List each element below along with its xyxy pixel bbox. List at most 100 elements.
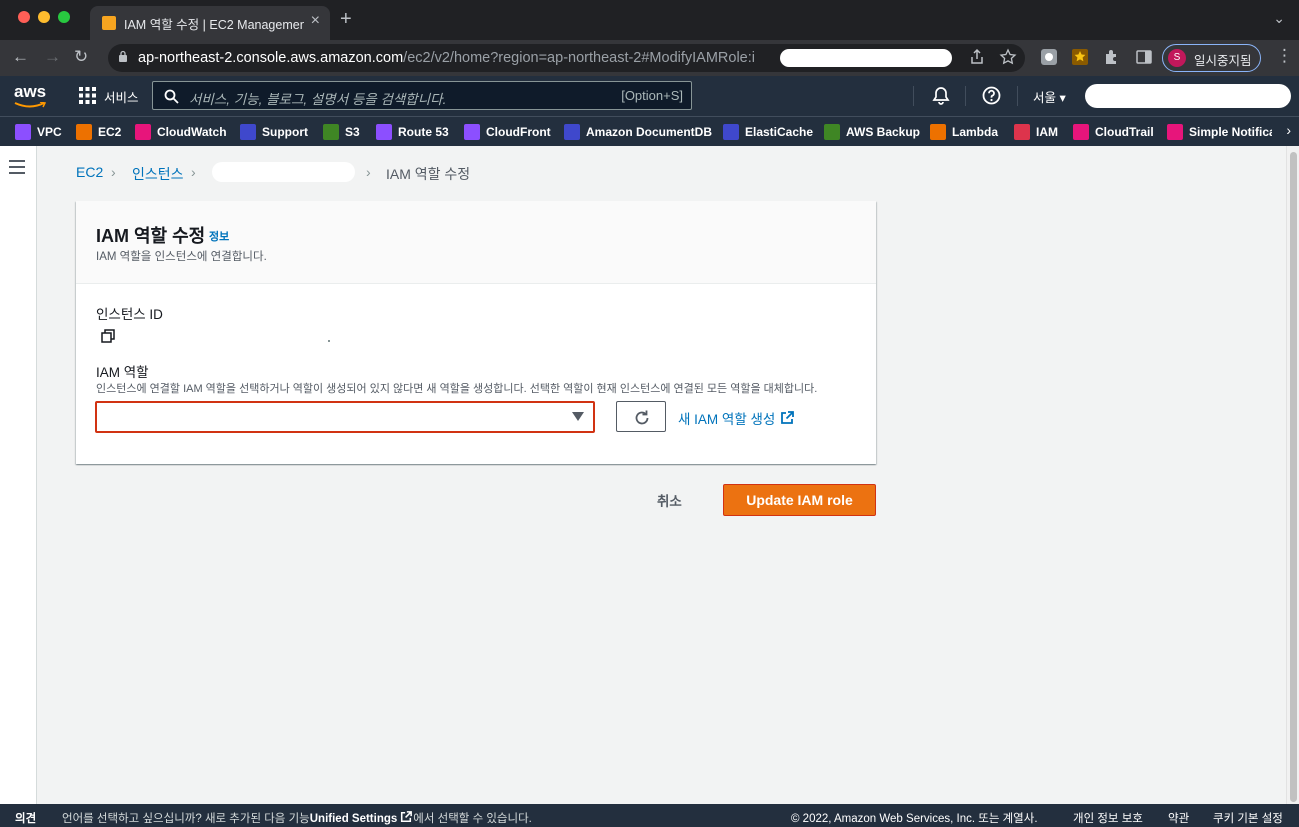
favorite-item[interactable]: CloudFront <box>464 123 551 141</box>
favorite-item[interactable]: CloudTrail <box>1073 123 1154 141</box>
browser-menu-icon[interactable]: ⋮ <box>1276 46 1293 66</box>
menu-icon[interactable] <box>9 160 25 174</box>
update-iam-role-button[interactable]: Update IAM role <box>723 484 876 516</box>
side-panel-icon[interactable] <box>1135 48 1153 66</box>
feedback-link[interactable]: 의견 <box>15 810 36 826</box>
search-shortcut: [Option+S] <box>621 88 683 103</box>
favorite-item[interactable]: AWS Backup <box>824 123 920 141</box>
cancel-button[interactable]: 취소 <box>657 490 682 510</box>
service-icon <box>824 124 840 140</box>
unified-settings-link[interactable]: Unified Settings <box>310 813 398 825</box>
favorite-item[interactable]: Lambda <box>930 123 998 141</box>
external-link-icon <box>781 411 795 424</box>
scrollbar[interactable] <box>1286 146 1299 804</box>
modify-iam-role-panel: IAM 역할 수정 정보 IAM 역할을 인스턴스에 연결합니다. 인스턴스 I… <box>76 201 876 464</box>
maximize-window-button[interactable] <box>58 11 70 23</box>
external-link-icon <box>401 811 413 823</box>
favorite-item[interactable]: VPC <box>15 123 62 141</box>
bookmark-star-icon[interactable] <box>999 48 1017 66</box>
caret-down-icon: ▾ <box>1059 91 1066 105</box>
back-icon[interactable]: ← <box>12 47 29 67</box>
service-icon <box>930 124 946 140</box>
service-icon <box>464 124 480 140</box>
minimize-window-button[interactable] <box>38 11 50 23</box>
create-new-iam-role-link[interactable]: 새 IAM 역할 생성 <box>678 408 795 428</box>
url-text: ap-northeast-2.console.aws.amazon.com/ec… <box>138 50 755 66</box>
browser-toolbar: ← → ↻ ap-northeast-2.console.aws.amazon.… <box>0 40 1299 76</box>
divider <box>913 86 914 106</box>
redacted-instance-id[interactable] <box>212 162 355 182</box>
aws-logo[interactable]: aws <box>14 82 46 102</box>
info-link[interactable]: 정보 <box>209 228 229 244</box>
favorite-item[interactable]: IAM <box>1014 123 1058 141</box>
new-tab-icon[interactable]: + <box>340 8 352 31</box>
refresh-roles-button[interactable] <box>616 401 666 432</box>
service-icon <box>240 124 256 140</box>
scrollbar-thumb[interactable] <box>1290 152 1297 802</box>
service-icon <box>723 124 739 140</box>
favorite-item[interactable]: Route 53 <box>376 123 449 141</box>
service-icon <box>323 124 339 140</box>
favorite-item[interactable]: EC2 <box>76 123 121 141</box>
favorite-item[interactable]: S3 <box>323 123 360 141</box>
copy-icon[interactable] <box>100 328 116 344</box>
address-bar[interactable]: ap-northeast-2.console.aws.amazon.com/ec… <box>108 44 1025 72</box>
service-icon <box>376 124 392 140</box>
help-icon[interactable] <box>982 86 1001 105</box>
notification-bell-icon[interactable] <box>932 86 950 106</box>
iam-role-description: 인스턴스에 연결할 IAM 역할을 선택하거나 역할이 생성되어 있지 않다면 … <box>96 383 818 395</box>
copyright: © 2022, Amazon Web Services, Inc. 또는 계열사… <box>791 813 1038 825</box>
page-title: IAM 역할 수정 <box>96 226 206 246</box>
profile-status: 일시중지됨 <box>1194 54 1252 68</box>
chevron-right-icon: › <box>111 164 116 180</box>
chevron-right-icon[interactable]: › <box>1286 122 1291 138</box>
redacted-instance-id-value <box>328 340 330 342</box>
favorite-item[interactable]: Support <box>240 123 308 141</box>
reload-icon[interactable]: ↻ <box>74 47 88 67</box>
puzzle-icon[interactable] <box>1103 48 1121 66</box>
service-icon <box>1014 124 1030 140</box>
service-icon <box>1073 124 1089 140</box>
iam-role-label: IAM 역할 <box>96 365 149 380</box>
share-icon[interactable] <box>968 48 986 66</box>
favorite-item[interactable]: ElastiCache <box>723 123 813 141</box>
services-grid-icon[interactable] <box>79 87 96 104</box>
iam-role-select[interactable] <box>95 401 595 433</box>
service-icon <box>564 124 580 140</box>
chevron-right-icon: › <box>366 164 371 180</box>
breadcrumb-instances[interactable]: 인스턴스 <box>132 164 184 184</box>
extension-icon[interactable] <box>1040 48 1058 66</box>
forward-icon[interactable]: → <box>44 47 61 67</box>
tab-title: IAM 역할 수정 | EC2 Management Console <box>124 18 304 32</box>
aws-top-navigation: aws 서비스 서비스, 기능, 블로그, 설명서 등을 검색합니다. [Opt… <box>0 76 1299 116</box>
profile-button[interactable]: S 일시중지됨 <box>1162 44 1261 72</box>
breadcrumb-current: IAM 역할 수정 <box>386 166 471 182</box>
close-window-button[interactable] <box>18 11 30 23</box>
close-tab-icon[interactable]: × <box>311 12 320 30</box>
tab-search-icon[interactable]: ⌄ <box>1273 10 1285 27</box>
breadcrumb-ec2[interactable]: EC2 <box>76 164 103 180</box>
global-search-input[interactable]: 서비스, 기능, 블로그, 설명서 등을 검색합니다. [Option+S] <box>152 81 692 110</box>
services-menu[interactable]: 서비스 <box>104 87 139 106</box>
cookie-preferences-link[interactable]: 쿠키 기본 설정 <box>1213 810 1283 826</box>
browser-tab[interactable]: IAM 역할 수정 | EC2 Management Console × <box>90 6 330 40</box>
avatar: S <box>1168 49 1186 67</box>
redacted-account-menu[interactable] <box>1085 84 1291 108</box>
language-prompt: 언어를 선택하고 싶으십니까? 새로 추가된 다음 기능Unified Sett… <box>62 811 532 825</box>
region-selector[interactable]: 서울 ▾ <box>1033 87 1066 106</box>
terms-link[interactable]: 약관 <box>1168 810 1189 826</box>
refresh-icon <box>635 410 649 425</box>
favorite-item[interactable]: CloudWatch <box>135 123 227 141</box>
panel-header: IAM 역할 수정 정보 IAM 역할을 인스턴스에 연결합니다. <box>76 201 876 284</box>
side-navigation-rail <box>0 146 37 804</box>
chevron-right-icon: › <box>191 164 196 180</box>
privacy-link[interactable]: 개인 정보 보호 <box>1073 810 1143 826</box>
favorite-item[interactable]: Simple Notifica <box>1167 123 1272 141</box>
lock-icon <box>119 50 127 62</box>
divider <box>965 86 966 106</box>
favorite-item[interactable]: Amazon DocumentDB <box>564 123 712 141</box>
extension-icon[interactable] <box>1071 48 1089 66</box>
aws-smile-icon <box>14 102 46 108</box>
service-icon <box>135 124 151 140</box>
service-icon <box>1167 124 1183 140</box>
